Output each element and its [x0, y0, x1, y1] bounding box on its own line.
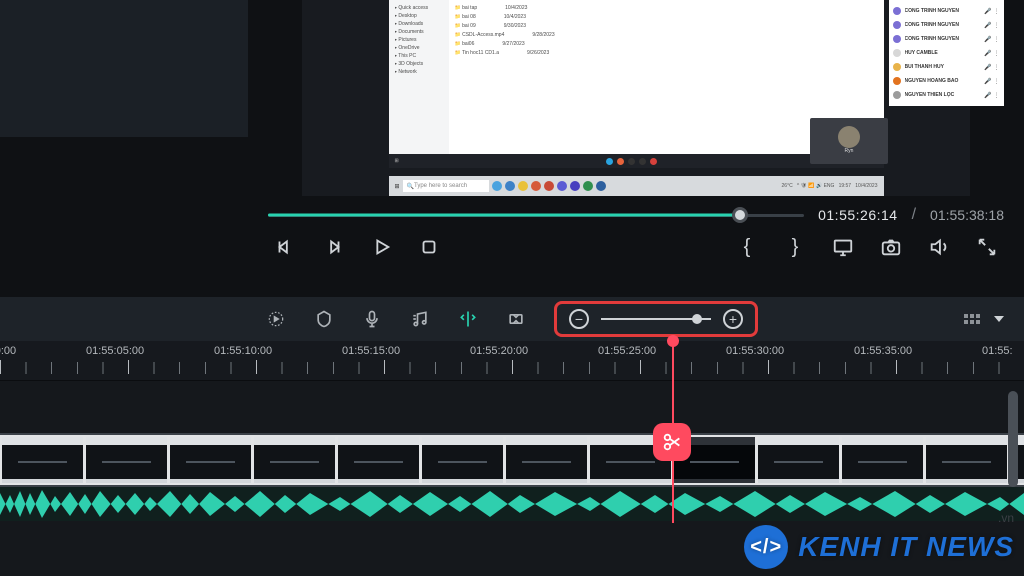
snapshot-button[interactable] — [880, 236, 902, 258]
participant-row: CÔNG TRÌNH NGUYỄN🎤 ⋮ — [893, 32, 1000, 46]
grid-icon — [964, 314, 980, 324]
prev-frame-button[interactable] — [274, 236, 296, 258]
clip-thumbnail[interactable] — [756, 435, 841, 485]
playback-scrubber[interactable] — [268, 208, 804, 222]
video-track[interactable] — [0, 433, 1024, 487]
timeline-toolstrip: − + — [0, 297, 1024, 341]
ruler-label: 01:55:10:00 — [214, 345, 342, 357]
clip-thumbnail[interactable] — [420, 435, 505, 485]
excel-icon — [583, 181, 593, 191]
zoom-knob[interactable] — [692, 314, 702, 324]
transport-controls: { } — [266, 236, 1006, 258]
participants-panel: CÔNG TRÌNH NGUYỄN🎤 ⋮CÔNG TRÌNH NGUYỄN🎤 ⋮… — [889, 0, 1004, 106]
tb-icon — [492, 181, 502, 191]
office-icon — [544, 181, 554, 191]
ruler-label: 01:55:20:00 — [470, 345, 598, 357]
zoom-slider[interactable] — [601, 318, 711, 320]
mark-in-button[interactable]: { — [736, 236, 758, 258]
timeline-ruler[interactable]: 01:55:00:0001:55:05:0001:55:10:0001:55:1… — [0, 341, 1024, 381]
track-view-toggle[interactable] — [964, 314, 980, 324]
host-search-input: 🔍 Type here to search — [403, 180, 489, 192]
ruler-label: 01:55:15:00 — [342, 345, 470, 357]
timecode-separator: / — [912, 206, 916, 224]
audio-track-icon[interactable] — [410, 309, 430, 329]
clip-thumbnail[interactable] — [336, 435, 421, 485]
zoom-out-button[interactable]: − — [569, 309, 589, 329]
watermark: </> KENH IT NEWS — [744, 525, 1014, 569]
tracks-scrollbar[interactable] — [1008, 391, 1018, 487]
ruler-label: 01:55:05:00 — [86, 345, 214, 357]
clip-thumbnail[interactable] — [168, 435, 253, 485]
crop-icon[interactable] — [506, 309, 526, 329]
edge-icon — [505, 181, 515, 191]
watermark-logo-icon: </> — [744, 525, 788, 569]
participant-row: BÙI THANH HUY🎤 ⋮ — [893, 60, 1000, 74]
participant-row: Huy Camble🎤 ⋮ — [893, 46, 1000, 60]
participant-row: NGUYỄN HOÀNG BẢO🎤 ⋮ — [893, 74, 1000, 88]
clip-thumbnail[interactable] — [252, 435, 337, 485]
zoom-in-button[interactable]: + — [723, 309, 743, 329]
watermark-text: KENH IT NEWS — [798, 531, 1014, 563]
stop-button[interactable] — [418, 236, 440, 258]
tb-icon — [596, 181, 606, 191]
next-frame-button[interactable] — [322, 236, 344, 258]
taskbar-app-icon — [606, 158, 613, 165]
clip-thumbnail[interactable] — [0, 435, 85, 485]
timecode-current: 01:55:26:14 — [818, 207, 897, 223]
tb-icon — [570, 181, 580, 191]
vn-suffix: .vn — [998, 511, 1014, 525]
participant-row: NGUYỄN THIÊN LỘC🎤 ⋮ — [893, 88, 1000, 102]
folder-icon — [518, 181, 528, 191]
clip-thumbnail[interactable] — [84, 435, 169, 485]
left-panel — [0, 0, 248, 141]
ruler-label: 01:55:30:00 — [726, 345, 854, 357]
avatar — [838, 126, 860, 148]
hangup-icon — [650, 158, 657, 165]
host-taskbar: ⊞ 🔍 Type here to search 26°C ^ 🛡 📶 🔊 ENG… — [389, 176, 884, 196]
voiceover-icon[interactable] — [362, 309, 382, 329]
timecode-total: 01:55:38:18 — [930, 207, 1004, 223]
win-start-icon: ⊞ — [395, 158, 399, 164]
playhead-cap-icon[interactable] — [667, 335, 679, 347]
participant-row: CÔNG TRÌNH NGUYỄN🎤 ⋮ — [893, 18, 1000, 32]
taskbar-app-icon — [628, 158, 635, 165]
clip-thumbnail[interactable] — [924, 435, 1009, 485]
teams-icon — [557, 181, 567, 191]
dropdown-caret-icon[interactable] — [994, 316, 1004, 322]
fullscreen-button[interactable] — [976, 236, 998, 258]
ruler-label: 01:55:00:00 — [0, 345, 86, 357]
ruler-label: 01:55:35:00 — [854, 345, 982, 357]
cut-tool-button[interactable] — [653, 423, 691, 461]
win-start-icon: ⊞ — [395, 183, 400, 190]
preview-video: ▸ Quick access▸ Desktop▸ Downloads▸ Docu… — [302, 0, 970, 196]
clip-thumbnail[interactable] — [840, 435, 925, 485]
display-button[interactable] — [832, 236, 854, 258]
split-icon[interactable] — [458, 309, 478, 329]
participant-row: CÔNG TRÌNH NGUYỄN🎤 ⋮ — [893, 4, 1000, 18]
ruler-label: 01:55: — [982, 345, 1024, 357]
pip-name: Ryn — [810, 148, 888, 154]
mark-out-button[interactable]: } — [784, 236, 806, 258]
taskbar-app-icon — [639, 158, 646, 165]
ruler-label: 01:55:25:00 — [598, 345, 726, 357]
play-button[interactable] — [370, 236, 392, 258]
taskbar-app-icon — [617, 158, 624, 165]
scrubber-knob[interactable] — [732, 207, 748, 223]
volume-button[interactable] — [928, 236, 950, 258]
timeline-zoom-highlight: − + — [554, 301, 758, 337]
tb-icon — [531, 181, 541, 191]
audio-track[interactable] — [0, 487, 1024, 521]
auto-ripple-icon[interactable] — [266, 309, 286, 329]
preview-panel: ▸ Quick access▸ Desktop▸ Downloads▸ Docu… — [248, 0, 1024, 296]
pip-self-video: Ryn — [810, 118, 888, 164]
marker-icon[interactable] — [314, 309, 334, 329]
clip-thumbnail[interactable] — [504, 435, 589, 485]
